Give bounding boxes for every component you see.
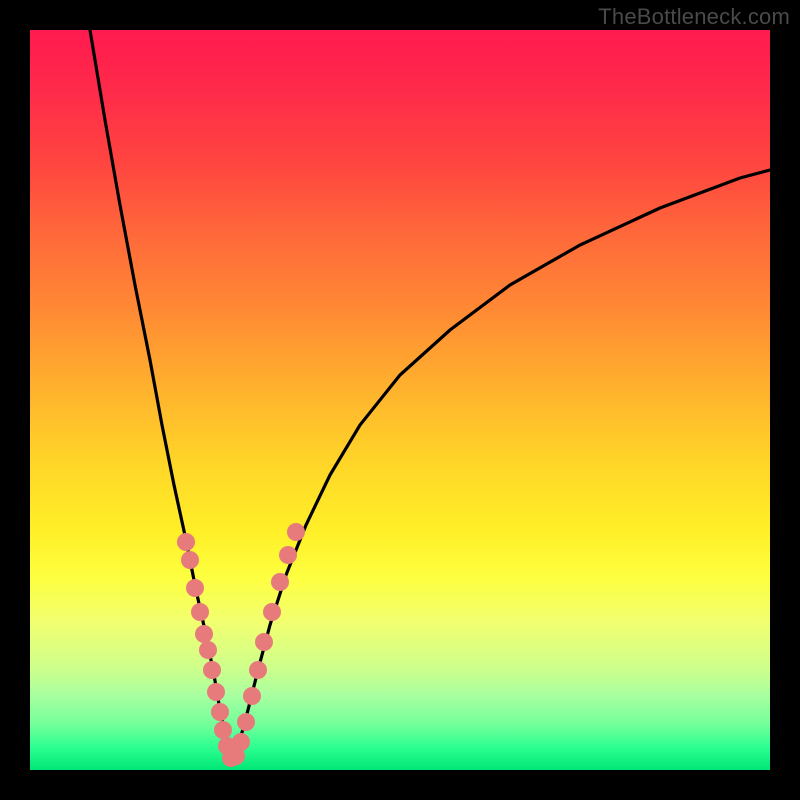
sample-dot <box>237 713 255 731</box>
sample-dot <box>191 603 209 621</box>
sample-dot <box>243 687 261 705</box>
sample-dot <box>207 683 225 701</box>
sample-dot <box>195 625 213 643</box>
sample-dot <box>199 641 217 659</box>
sample-dot <box>279 546 297 564</box>
sample-dot <box>203 661 221 679</box>
sample-dot <box>271 573 289 591</box>
bottleneck-curve-path <box>90 30 770 758</box>
sample-dot <box>181 551 199 569</box>
sample-dot <box>214 721 232 739</box>
sample-dot <box>249 661 267 679</box>
chart-frame: TheBottleneck.com <box>0 0 800 800</box>
sample-dot <box>211 703 229 721</box>
sample-dot <box>287 523 305 541</box>
sample-dot <box>263 603 281 621</box>
bottleneck-curve-svg <box>30 30 770 770</box>
watermark-text: TheBottleneck.com <box>598 4 790 30</box>
sample-dot <box>177 533 195 551</box>
plot-area <box>30 30 770 770</box>
sample-dot <box>232 733 250 751</box>
sample-dot <box>186 579 204 597</box>
sample-dot <box>255 633 273 651</box>
